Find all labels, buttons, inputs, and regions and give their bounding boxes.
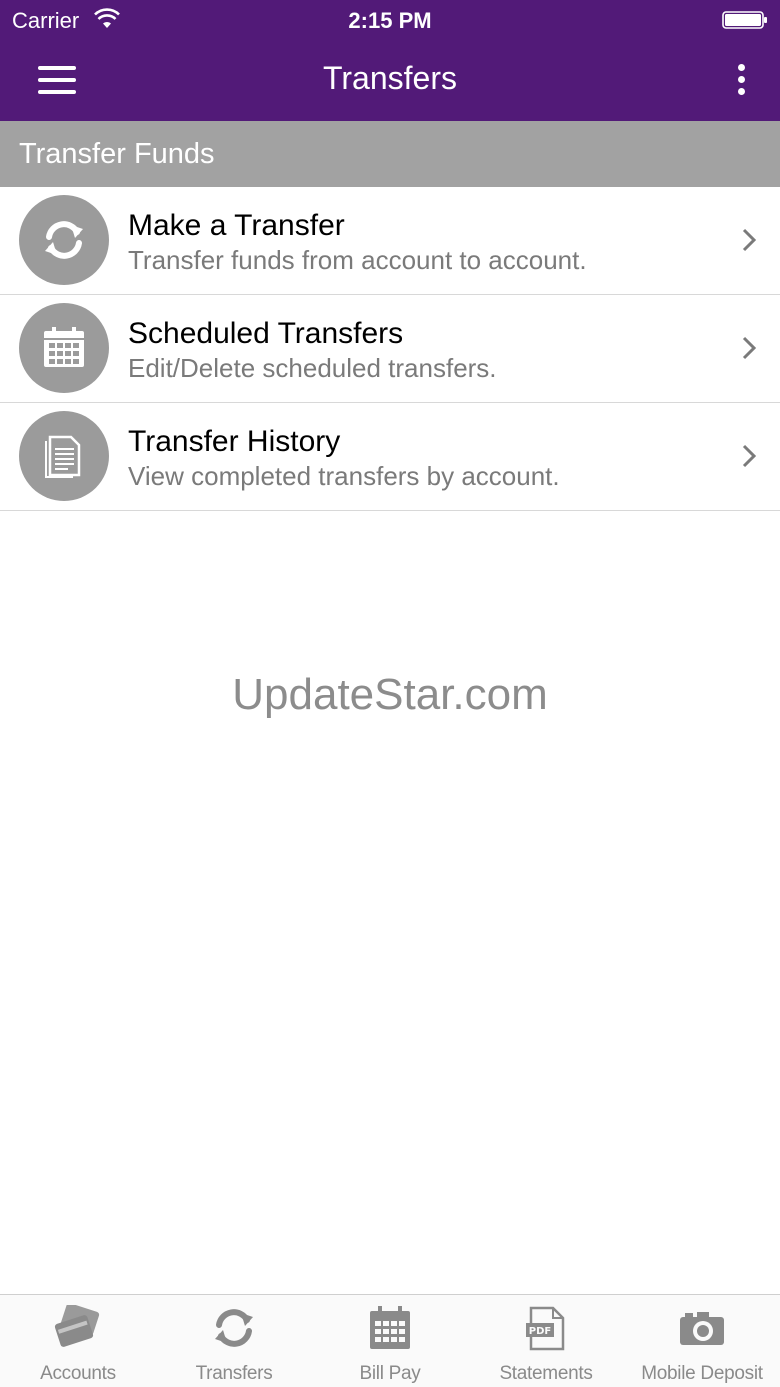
navigation-bar: Transfers bbox=[0, 40, 780, 121]
tab-label: Statements bbox=[499, 1363, 593, 1384]
tab-bill-pay[interactable]: Bill Pay bbox=[312, 1295, 468, 1387]
item-subtitle: View completed transfers by account. bbox=[128, 461, 560, 491]
camera-icon bbox=[680, 1312, 724, 1345]
more-vertical-icon[interactable] bbox=[736, 64, 746, 96]
tab-statements[interactable]: PDF Statements bbox=[468, 1295, 624, 1387]
page-title: Transfers bbox=[323, 60, 457, 96]
tab-label: Transfers bbox=[195, 1363, 273, 1384]
transfer-history-row[interactable]: Transfer History View completed transfer… bbox=[0, 403, 780, 511]
item-title: Make a Transfer bbox=[128, 209, 345, 242]
refresh-icon bbox=[215, 1309, 253, 1347]
chevron-right-icon bbox=[742, 444, 757, 468]
chevron-right-icon bbox=[742, 336, 757, 360]
item-subtitle: Edit/Delete scheduled transfers. bbox=[128, 353, 497, 383]
tab-label: Mobile Deposit bbox=[641, 1363, 763, 1384]
watermark-text: UpdateStar.com bbox=[232, 670, 548, 719]
tab-mobile-deposit[interactable]: Mobile Deposit bbox=[624, 1295, 780, 1387]
tab-label: Bill Pay bbox=[359, 1363, 421, 1384]
item-subtitle: Transfer funds from account to account. bbox=[128, 245, 587, 275]
item-title: Transfer History bbox=[128, 425, 341, 458]
tab-bar: Accounts Transfers Bill Pay PDF Statemen… bbox=[0, 1294, 780, 1387]
pdf-icon: PDF bbox=[526, 1306, 565, 1351]
section-header: Transfer Funds bbox=[0, 121, 780, 187]
clock: 2:15 PM bbox=[348, 8, 432, 33]
make-transfer-row[interactable]: Make a Transfer Transfer funds from acco… bbox=[0, 187, 780, 295]
app-header: Carrier 2:15 PM Transfers bbox=[0, 0, 780, 121]
status-bar: Carrier 2:15 PM bbox=[0, 0, 780, 40]
tab-accounts[interactable]: Accounts bbox=[0, 1295, 156, 1387]
svg-text:PDF: PDF bbox=[529, 1326, 551, 1337]
item-title: Scheduled Transfers bbox=[128, 317, 404, 350]
document-icon bbox=[19, 411, 109, 501]
tab-transfers[interactable]: Transfers bbox=[156, 1295, 312, 1387]
calendar-icon bbox=[370, 1306, 410, 1349]
battery-icon bbox=[722, 11, 767, 29]
cards-icon bbox=[54, 1305, 100, 1347]
refresh-icon bbox=[19, 195, 109, 285]
tab-label: Accounts bbox=[40, 1363, 116, 1384]
chevron-right-icon bbox=[742, 228, 757, 252]
transfer-options-list: Make a Transfer Transfer funds from acco… bbox=[0, 187, 780, 511]
calendar-icon bbox=[19, 303, 109, 393]
scheduled-transfers-row[interactable]: Scheduled Transfers Edit/Delete schedule… bbox=[0, 295, 780, 403]
